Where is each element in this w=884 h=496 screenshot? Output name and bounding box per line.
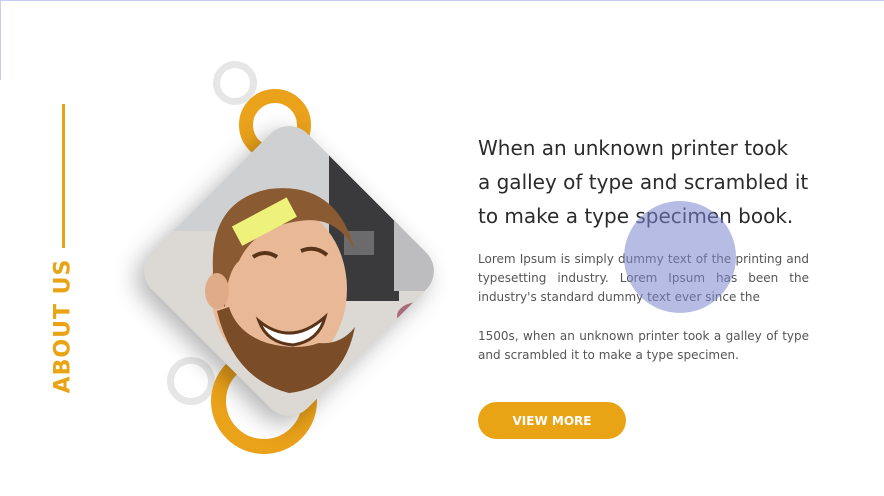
headline-line-2: a galley of type and scrambled it [478, 170, 809, 194]
frame-top-border [0, 0, 884, 1]
decorative-ring-grey-bottom [167, 357, 215, 405]
section-title-about-us: ABOUT US [50, 258, 76, 394]
view-more-button[interactable]: VIEW MORE [478, 402, 626, 439]
about-paragraph-2: 1500s, when an unknown printer took a ga… [478, 329, 809, 362]
section-accent-line [62, 104, 65, 248]
cursor-highlight [624, 201, 736, 313]
headline-line-1: When an unknown printer took [478, 136, 789, 160]
frame-left-border [0, 0, 1, 80]
